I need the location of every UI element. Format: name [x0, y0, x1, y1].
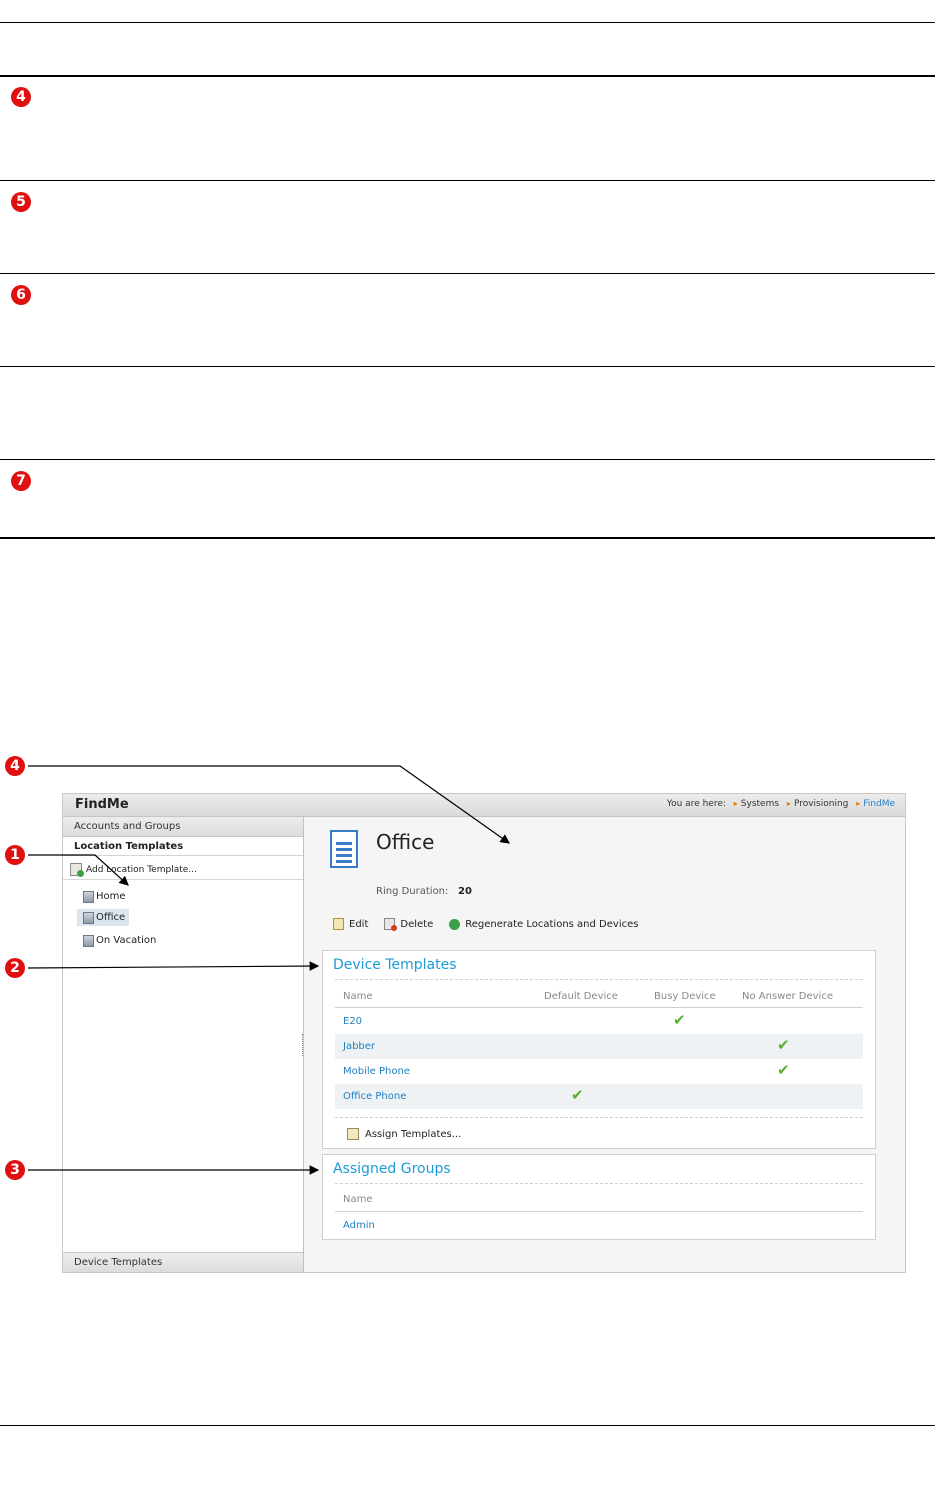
edit-icon [333, 918, 344, 930]
sidebar-section-device-templates[interactable]: Device Templates [63, 1252, 303, 1272]
callout-leader-lines [27, 765, 510, 1175]
column-header-no-answer-device: No Answer Device [742, 991, 833, 1002]
add-template-icon [70, 863, 84, 877]
device-template-link[interactable]: Mobile Phone [343, 1066, 410, 1077]
ring-duration-value: 20 [458, 886, 472, 897]
regenerate-icon [449, 918, 461, 930]
edit-label: Edit [349, 918, 369, 930]
device-template-link[interactable]: Office Phone [343, 1091, 406, 1102]
checkmark-icon: ✔ [673, 1011, 686, 1029]
header-divider [335, 1211, 863, 1212]
heading-divider [335, 1183, 863, 1184]
regenerate-label: Regenerate Locations and Devices [465, 918, 639, 930]
breadcrumb: You are here: ▸ Systems ▸ Provisioning ▸ Fi… [667, 799, 895, 809]
table-header-rule [0, 75, 935, 77]
sidebar-divider [63, 879, 303, 880]
device-template-link[interactable]: E20 [343, 1016, 362, 1027]
breadcrumb-arrow-icon: ▸ [733, 799, 738, 808]
breadcrumb-arrow-icon: ▸ [856, 799, 861, 808]
table-row: Admin [335, 1213, 863, 1235]
assigned-groups-panel: Assigned Groups Name Admin [322, 1154, 876, 1240]
column-header-busy-device: Busy Device [654, 991, 716, 1002]
device-template-link[interactable]: Jabber [343, 1041, 375, 1052]
sidebar-item-on-vacation[interactable]: On Vacation [83, 932, 160, 949]
panel-splitter-handle[interactable] [302, 1034, 306, 1056]
callout-badge-4: 4 [11, 87, 31, 107]
breadcrumb-link-systems[interactable]: Systems [741, 799, 779, 809]
ring-duration-label: Ring Duration: [376, 886, 449, 897]
regenerate-button[interactable]: Regenerate Locations and Devices [449, 918, 639, 930]
building-icon [83, 934, 94, 947]
header-divider [335, 1007, 863, 1008]
checkmark-icon: ✔ [777, 1061, 790, 1079]
callout-badge-6: 6 [11, 285, 31, 305]
figure-callout-2: 2 [5, 958, 25, 978]
sidebar-item-label: On Vacation [96, 935, 157, 946]
edit-button[interactable]: Edit [333, 918, 368, 930]
figure-callout-1: 1 [5, 845, 25, 865]
footer-rule [0, 1425, 935, 1426]
findme-screenshot: FindMe You are here: ▸ Systems ▸ Provision… [62, 793, 906, 1273]
assign-templates-label: Assign Templates... [365, 1128, 462, 1140]
sidebar: Accounts and Groups Location Templates A… [63, 817, 304, 1272]
assigned-groups-heading: Assigned Groups [333, 1161, 451, 1177]
add-location-template-button[interactable]: Add Location Template... [70, 863, 197, 877]
checkmark-icon: ✔ [571, 1086, 584, 1104]
table-row-divider [0, 366, 935, 367]
callout-badge-7: 7 [11, 471, 31, 491]
delete-button[interactable]: Delete [384, 918, 434, 931]
column-header-name: Name [343, 1194, 373, 1205]
table-row-divider [0, 273, 935, 274]
add-location-template-label: Add Location Template... [86, 864, 197, 875]
sidebar-section-location-templates[interactable]: Location Templates [63, 838, 303, 856]
device-templates-panel: Device Templates Name Default Device Bus… [322, 950, 876, 1149]
sidebar-item-home[interactable]: Home [83, 888, 130, 905]
breadcrumb-current[interactable]: FindMe [863, 799, 895, 809]
sidebar-item-label: Home [96, 891, 126, 902]
group-link[interactable]: Admin [343, 1220, 375, 1231]
table-row-divider [0, 459, 935, 460]
callout-badge-5: 5 [11, 192, 31, 212]
breadcrumb-arrow-icon: ▸ [786, 799, 791, 808]
checkmark-icon: ✔ [777, 1036, 790, 1054]
location-template-document-icon [330, 830, 358, 868]
device-templates-heading: Device Templates [333, 957, 457, 973]
table-row: Mobile Phone ✔ [335, 1059, 863, 1084]
figure-callout-3: 3 [5, 1160, 25, 1180]
table-row: E20 ✔ [335, 1009, 863, 1034]
sidebar-item-label: Office [96, 912, 126, 923]
table-bottom-rule [0, 537, 935, 539]
delete-label: Delete [400, 918, 434, 930]
sidebar-section-accounts-groups[interactable]: Accounts and Groups [63, 817, 303, 837]
assign-templates-button[interactable]: Assign Templates... [347, 1128, 461, 1140]
building-icon [83, 890, 94, 903]
table-row: Office Phone ✔ [335, 1084, 863, 1109]
column-header-name: Name [343, 991, 373, 1002]
heading-divider [335, 979, 863, 980]
breadcrumb-prefix: You are here: [666, 799, 726, 809]
page-title: Office [376, 830, 435, 854]
assign-icon [347, 1128, 359, 1140]
action-toolbar: Edit Delete Regenerate Locations and Dev… [333, 918, 639, 931]
table-top-rule [0, 22, 935, 23]
table-row: Jabber ✔ [335, 1034, 863, 1059]
app-header: FindMe You are here: ▸ Systems ▸ Provision… [63, 794, 905, 817]
breadcrumb-link-provisioning[interactable]: Provisioning [794, 799, 848, 809]
sidebar-item-office[interactable]: Office [77, 909, 130, 926]
table-row-divider [0, 180, 935, 181]
footer-divider [335, 1117, 863, 1118]
column-header-default-device: Default Device [544, 991, 618, 1002]
app-title: FindMe [75, 797, 129, 812]
delete-icon [384, 918, 398, 931]
figure-callout-4: 4 [5, 756, 25, 776]
building-icon [83, 911, 94, 924]
